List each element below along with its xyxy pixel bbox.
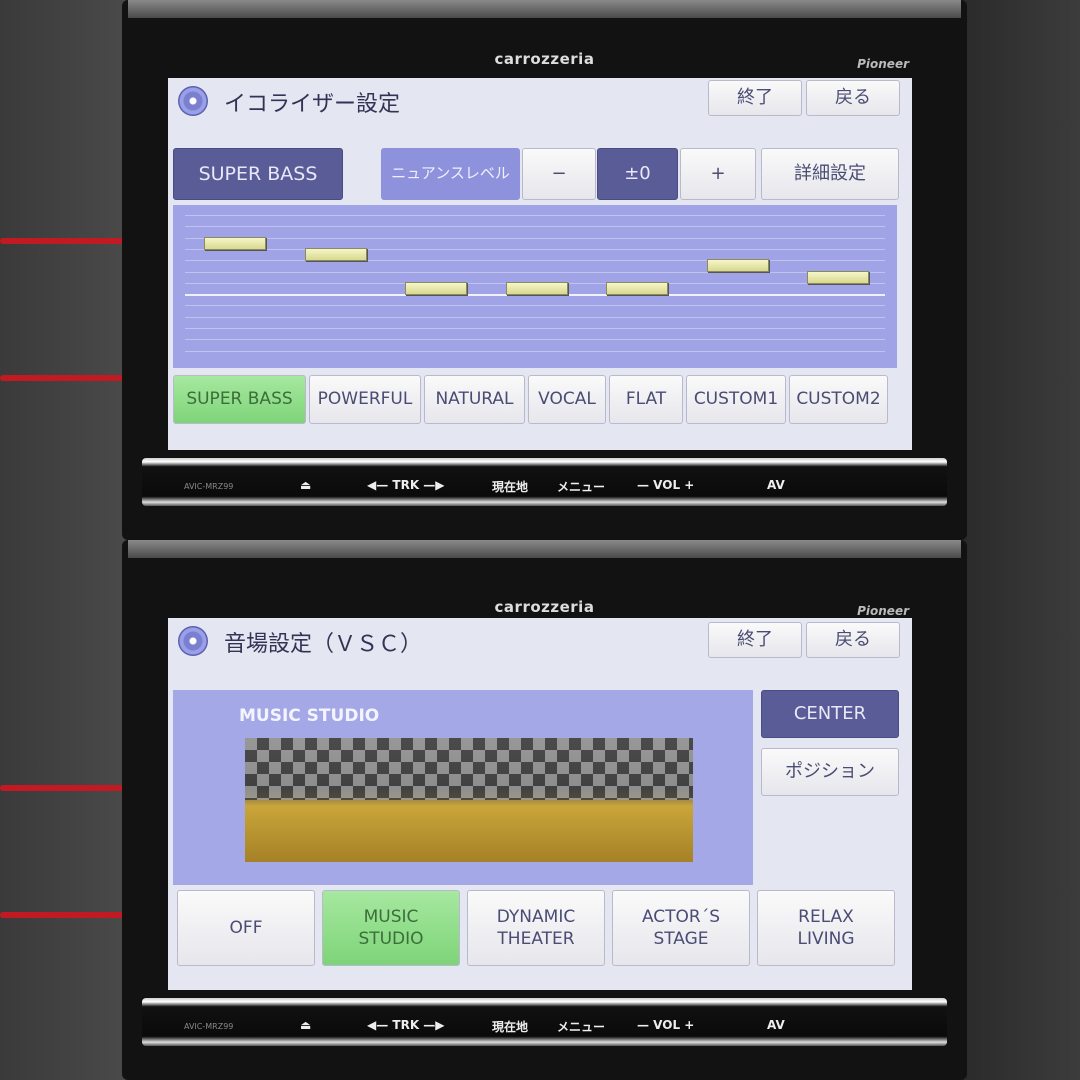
back-button[interactable]: 戻る [806, 622, 900, 658]
hardware-button[interactable]: 現在地 [492, 1018, 528, 1035]
hardware-button[interactable]: メニュー [557, 1018, 605, 1035]
head-unit-top: carrozzeria Pioneer イコライザー設定 終了 戻る SUPER… [122, 0, 967, 540]
detail-settings-button[interactable]: 詳細設定 [761, 148, 899, 200]
eq-grid-line [185, 237, 885, 239]
hardware-button[interactable]: ⏏ [300, 478, 311, 492]
eq-screen: イコライザー設定 終了 戻る SUPER BASS ニュアンスレベル − ±0 … [168, 78, 912, 450]
eq-grid-line [185, 226, 885, 228]
maker-logo: Pioneer [857, 57, 909, 71]
preset-button[interactable]: SUPER BASS [173, 375, 306, 424]
eq-grid-line [185, 215, 885, 216]
eq-grid-line [185, 260, 885, 262]
disc-icon [178, 86, 208, 116]
center-button[interactable]: CENTER [761, 690, 899, 738]
maker-logo: Pioneer [857, 604, 909, 618]
eq-band-slider-6[interactable] [706, 259, 769, 273]
exit-button[interactable]: 終了 [708, 80, 802, 116]
model-label: AVIC-MRZ99 [184, 482, 234, 491]
vsc-mode-button[interactable]: RELAX LIVING [757, 890, 895, 966]
eq-band-slider-4[interactable] [505, 282, 568, 295]
nuance-level-value: ±0 [597, 148, 678, 200]
preset-button[interactable]: NATURAL [424, 375, 525, 424]
cable [0, 912, 125, 918]
button-bezel [142, 458, 947, 506]
scene-panel: MUSIC STUDIO [173, 690, 753, 885]
disc-icon [178, 626, 208, 656]
preset-button[interactable]: POWERFUL [309, 375, 421, 424]
eq-graph[interactable] [173, 205, 897, 368]
brand-logo: carrozzeria [494, 50, 595, 68]
hardware-button[interactable]: — VOL + [637, 478, 694, 492]
vsc-screen: 音場設定（ＶＳＣ） 終了 戻る MUSIC STUDIO CENTER ポジショ… [168, 618, 912, 990]
eq-grid-line [185, 316, 885, 318]
cable [0, 238, 125, 244]
trim [128, 0, 961, 18]
hardware-button[interactable]: AV [767, 478, 785, 492]
cable [0, 375, 125, 381]
eq-grid-line [185, 328, 885, 329]
model-label: AVIC-MRZ99 [184, 1022, 234, 1031]
hardware-button[interactable]: ⏏ [300, 1018, 311, 1032]
eq-grid-line [185, 305, 885, 307]
scene-label: MUSIC STUDIO [239, 706, 380, 726]
preset-button[interactable]: CUSTOM2 [789, 375, 888, 424]
preset-button[interactable]: FLAT [609, 375, 683, 424]
hardware-button[interactable]: 現在地 [492, 478, 528, 495]
vsc-mode-button[interactable]: ACTOR´S STAGE [612, 890, 750, 966]
current-preset-label: SUPER BASS [173, 148, 343, 200]
nuance-level-label: ニュアンスレベル [381, 148, 520, 200]
vsc-mode-button[interactable]: MUSIC STUDIO [322, 890, 460, 966]
back-button[interactable]: 戻る [806, 80, 900, 116]
preset-button[interactable]: VOCAL [528, 375, 606, 424]
exit-button[interactable]: 終了 [708, 622, 802, 658]
hardware-button[interactable]: ◀— TRK —▶ [367, 1018, 445, 1032]
preset-button[interactable]: CUSTOM1 [686, 375, 786, 424]
page-title: 音場設定（ＶＳＣ） [224, 632, 423, 657]
hardware-button[interactable]: AV [767, 1018, 785, 1032]
eq-grid-line [185, 339, 885, 341]
position-button[interactable]: ポジション [761, 748, 899, 796]
vsc-mode-button[interactable]: DYNAMIC THEATER [467, 890, 605, 966]
hardware-button[interactable]: — VOL + [637, 1018, 694, 1032]
trim [128, 540, 961, 558]
eq-band-slider-5[interactable] [606, 282, 668, 295]
head-unit-bottom: carrozzeria Pioneer 音場設定（ＶＳＣ） 終了 戻る MUSI… [122, 540, 967, 1080]
hardware-button[interactable]: ◀— TRK —▶ [367, 478, 445, 492]
scene-image [245, 738, 693, 862]
nuance-minus-button[interactable]: − [522, 148, 596, 200]
eq-band-slider-2[interactable] [304, 248, 367, 262]
nuance-plus-button[interactable]: + [680, 148, 756, 200]
page-title: イコライザー設定 [224, 92, 401, 117]
cable [0, 785, 125, 791]
eq-grid-line [185, 350, 885, 352]
hardware-button[interactable]: メニュー [557, 478, 605, 495]
vsc-mode-button[interactable]: OFF [177, 890, 315, 966]
eq-grid-line [185, 271, 885, 273]
eq-band-slider-1[interactable] [204, 236, 266, 250]
eq-band-slider-3[interactable] [405, 282, 467, 295]
brand-logo: carrozzeria [494, 598, 595, 616]
button-bezel [142, 998, 947, 1046]
eq-band-slider-7[interactable] [807, 270, 869, 284]
eq-grid-line [185, 248, 885, 250]
